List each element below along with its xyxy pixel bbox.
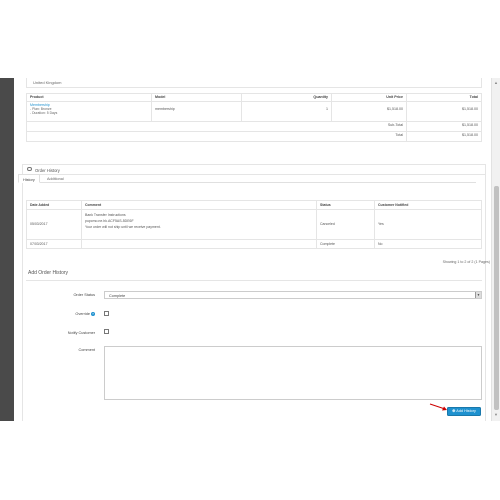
add-history-label: Add History xyxy=(456,409,476,413)
totals-row: Sub-Total $1,518.00 xyxy=(26,121,482,132)
help-icon[interactable]: ? xyxy=(91,312,95,316)
comment-icon xyxy=(27,167,32,171)
left-sidebar-strip xyxy=(0,78,14,421)
tab-additional[interactable]: Additional xyxy=(43,174,68,183)
total-label: Total xyxy=(26,131,407,142)
product-option: - Duration: 5 Days xyxy=(30,111,58,116)
scrollbar-thumb[interactable] xyxy=(494,186,499,410)
plus-circle-icon: ⊕ xyxy=(452,409,456,413)
subtotal-label: Sub-Total xyxy=(26,121,407,132)
notify-customer-checkbox[interactable] xyxy=(104,329,109,334)
table-row: 05/03/2017 Bank Transfer Instructions pu… xyxy=(26,209,482,240)
subtotal-value: $1,518.00 xyxy=(406,121,482,132)
add-history-title: Add Order History xyxy=(28,270,69,276)
products-table: Product Model Quantity Unit Price Total … xyxy=(26,93,482,142)
col-customer-notified: Customer Notified xyxy=(374,200,482,210)
table-row: 07/03/2017 Complete No xyxy=(26,239,482,249)
chevron-down-icon[interactable]: ▼ xyxy=(475,292,481,298)
history-notified: Yes xyxy=(374,209,482,240)
unit-price-cell: $1,518.00 xyxy=(331,101,407,122)
notify-customer-label: Notify Customer xyxy=(67,331,95,335)
history-comment: Bank Transfer Instructions pupcmo.ne.hk.… xyxy=(81,209,317,240)
scroll-down-icon[interactable]: ▼ xyxy=(493,412,499,418)
comment-label: Comment xyxy=(78,348,95,352)
page-scrollbar[interactable]: ▲ ▼ xyxy=(491,78,500,421)
history-tabs: History Additional xyxy=(18,174,476,183)
col-unit-price: Unit Price xyxy=(331,93,407,102)
history-date: 07/03/2017 xyxy=(26,239,82,249)
comment-line: Your order will not ship until we receiv… xyxy=(85,224,161,229)
totals-row: Total $1,518.00 xyxy=(26,131,482,142)
total-cell: $1,518.00 xyxy=(406,101,482,122)
history-date: 05/03/2017 xyxy=(26,209,82,240)
order-status-value: Complete xyxy=(109,293,126,298)
divider xyxy=(26,280,482,281)
col-comment: Comment xyxy=(81,200,317,210)
history-status: Canceled xyxy=(316,209,375,240)
quantity-cell: 1 xyxy=(241,101,332,122)
table-row: Membership - Plan: Bronze - Duration: 5 … xyxy=(26,101,482,122)
col-date-added: Date Added xyxy=(26,200,82,210)
override-checkbox[interactable] xyxy=(104,311,109,316)
override-label: Override xyxy=(75,312,90,316)
address-country: United Kingdom xyxy=(33,80,62,85)
col-status: Status xyxy=(316,200,375,210)
history-notified: No xyxy=(374,239,482,249)
total-value: $1,518.00 xyxy=(406,131,482,142)
scroll-up-icon[interactable]: ▲ xyxy=(493,80,499,86)
tab-history[interactable]: History xyxy=(18,174,40,183)
product-cell: Membership - Plan: Bronze - Duration: 5 … xyxy=(26,101,152,122)
history-table: Date Added Comment Status Customer Notif… xyxy=(26,200,482,249)
col-quantity: Quantity xyxy=(241,93,332,102)
override-label-wrap: Override ? xyxy=(35,312,95,316)
comment-textarea[interactable] xyxy=(104,346,482,400)
history-comment xyxy=(81,239,317,249)
col-total: Total xyxy=(406,93,482,102)
order-status-select[interactable]: Complete ▼ xyxy=(104,291,482,299)
history-status: Complete xyxy=(316,239,375,249)
order-status-label: Order Status xyxy=(73,293,95,297)
col-product: Product xyxy=(26,93,152,102)
col-model: Model xyxy=(151,93,242,102)
pagination-text: Showing 1 to 2 of 2 (1 Pages) xyxy=(442,260,490,264)
add-history-button[interactable]: ⊕Add History xyxy=(447,407,481,416)
model-cell: membership xyxy=(151,101,242,122)
address-box: United Kingdom xyxy=(26,78,482,88)
panel-title: Order History xyxy=(35,167,60,173)
